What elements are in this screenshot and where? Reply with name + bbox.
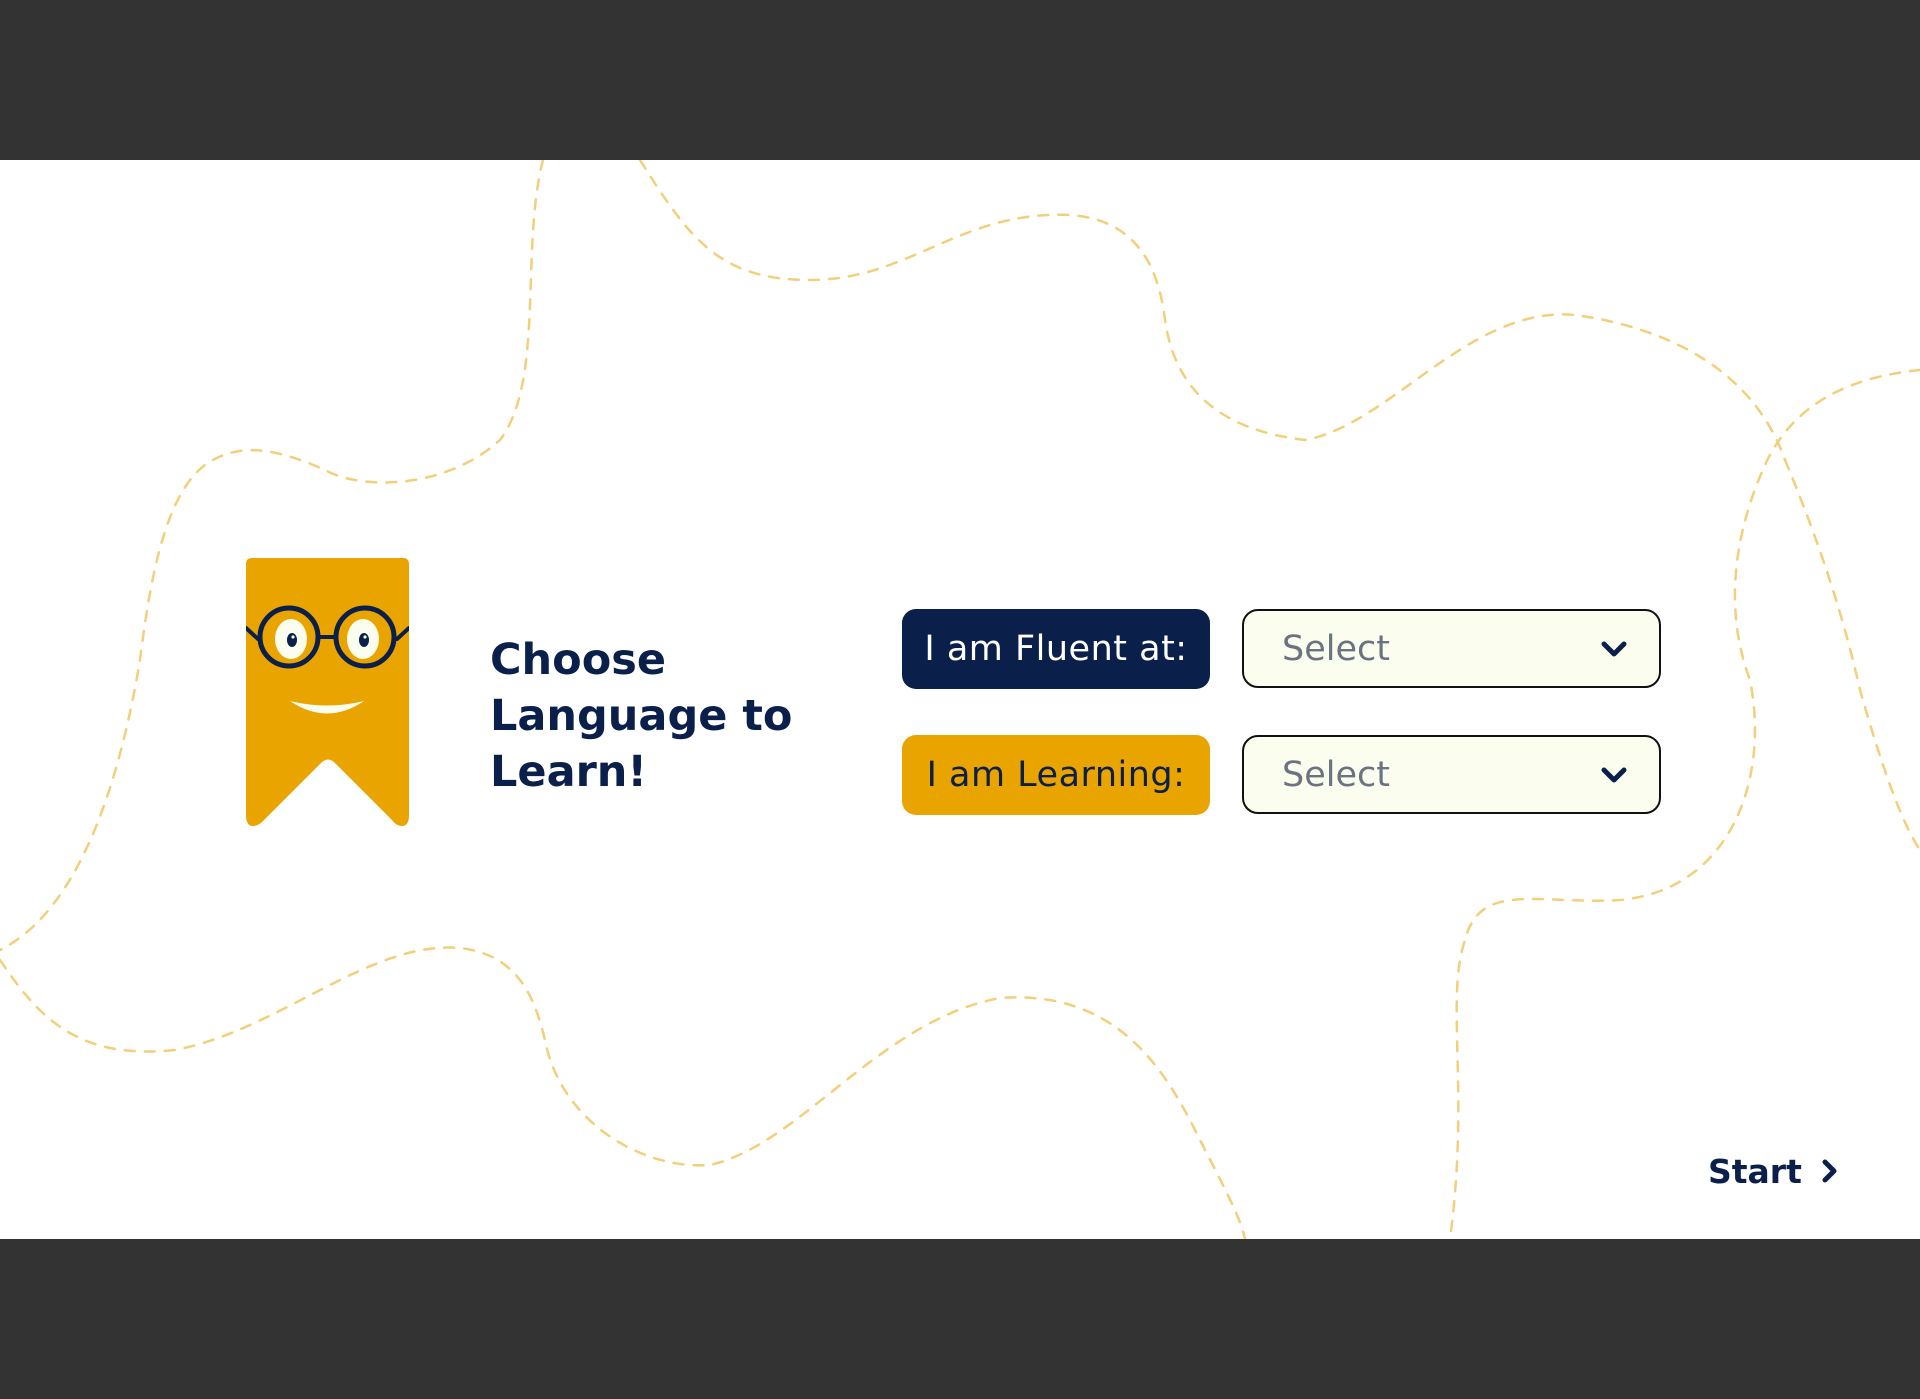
bookmark-mascot-icon — [246, 558, 409, 826]
dashed-line-top — [638, 160, 1787, 462]
learning-language-label: I am Learning: — [902, 735, 1210, 815]
app-screen: { "headline": "Choose Language to Learn!… — [0, 0, 1920, 1399]
page-title: Choose Language to Learn! — [490, 635, 793, 797]
dashed-line-bottom — [0, 946, 1247, 1239]
start-label: Start — [1708, 1151, 1802, 1191]
chevron-down-icon — [1601, 767, 1627, 782]
chevron-down-icon — [1601, 641, 1627, 656]
learning-language-select[interactable]: Select — [1242, 735, 1661, 814]
dashed-line-right-outer — [1783, 458, 1920, 852]
learning-select-value: Select — [1282, 754, 1390, 795]
fluent-language-select[interactable]: Select — [1242, 609, 1661, 688]
main-panel: Choose Language to Learn! I am Fluent at… — [0, 160, 1920, 1239]
chevron-right-icon — [1822, 1159, 1837, 1183]
fluent-language-label: I am Fluent at: — [902, 609, 1210, 689]
start-button[interactable]: Start — [1708, 1146, 1838, 1196]
fluent-select-value: Select — [1282, 628, 1390, 669]
dashed-line-left — [0, 160, 545, 952]
